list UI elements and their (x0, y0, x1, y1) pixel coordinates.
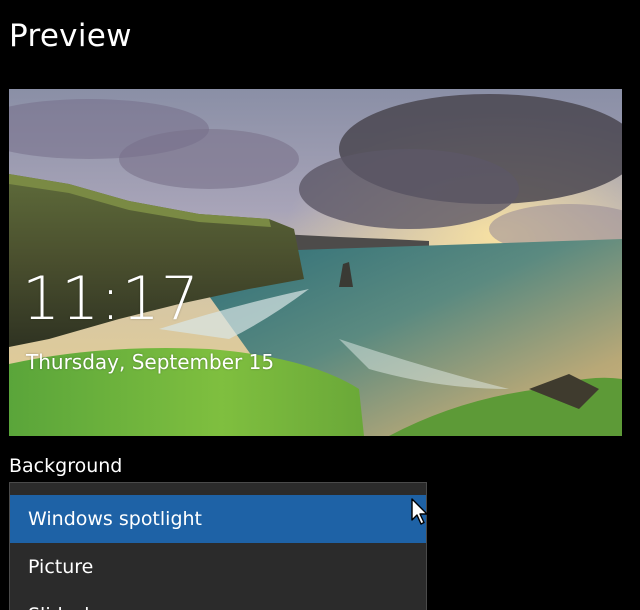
background-label: Background (9, 455, 123, 477)
option-slideshow[interactable]: Slideshow (10, 591, 426, 610)
lock-screen-clock: 11:17 (22, 264, 200, 334)
lock-screen-preview: 11:17 Thursday, September 15 (9, 89, 622, 436)
background-dropdown-list[interactable]: Windows spotlight Picture Slideshow (9, 482, 427, 610)
mouse-pointer-icon (411, 498, 428, 525)
dropdown-top-padding (10, 483, 426, 495)
option-windows-spotlight[interactable]: Windows spotlight (10, 495, 426, 543)
page-title: Preview (9, 18, 132, 54)
option-picture[interactable]: Picture (10, 543, 426, 591)
preview-landscape-image (9, 89, 622, 436)
lock-screen-settings-page: Preview 11:17 Thursday, September 15 Bac… (0, 0, 640, 610)
lock-screen-date: Thursday, September 15 (26, 350, 275, 374)
